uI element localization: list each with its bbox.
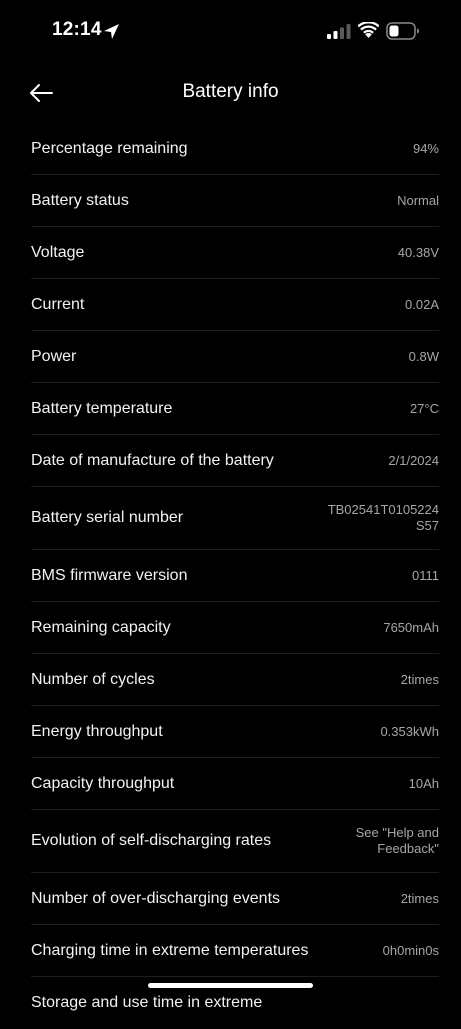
row-value: 94% [412,140,439,156]
list-item: Battery status Normal [31,175,439,227]
row-label: BMS firmware version [31,566,188,584]
row-value: 0.353kWh [380,723,439,739]
status-time: 12:14 [52,19,102,40]
page-title: Battery info [182,81,279,102]
list-item: Power 0.8W [31,331,439,383]
row-value: 2/1/2024 [388,452,439,468]
row-value: 0111 [412,567,439,583]
location-arrow-icon [104,24,119,39]
list-item: Percentage remaining 94% [31,123,439,175]
list-item: Energy throughput 0.353kWh [31,706,439,758]
list-item: Battery serial number TB02541T0105224 S5… [31,487,439,550]
wifi-icon [358,22,379,38]
row-label: Number of over-discharging events [31,889,281,907]
status-bar: 12:14 [0,0,461,62]
row-value: Normal [397,192,439,208]
row-label: Battery temperature [31,399,173,417]
list-item: Battery temperature 27°C [31,383,439,435]
row-label: Number of cycles [31,670,155,688]
row-label: Percentage remaining [31,139,188,157]
home-indicator[interactable] [148,983,313,988]
list-item: Voltage 40.38V [31,227,439,279]
row-value: 2times [400,671,439,687]
row-label: Remaining capacity [31,618,171,636]
row-value: 0.8W [408,348,439,364]
nav-bar: Battery info [0,68,461,118]
row-value: 7650mAh [383,619,439,635]
row-value: TB02541T0105224 S57 [327,502,439,533]
battery-icon [386,22,419,40]
row-label: Battery serial number [31,509,184,526]
list-item: BMS firmware version 0111 [31,550,439,602]
list-item: Capacity throughput 10Ah [31,758,439,810]
row-label: Date of manufacture of the battery [31,451,274,469]
row-value: 0.02A [405,296,439,312]
list-item: Remaining capacity 7650mAh [31,602,439,654]
cellular-signal-icon [327,24,351,39]
row-value: 2times [400,890,439,906]
row-value: 27°C [409,400,439,416]
list-item[interactable]: Evolution of self-discharging rates See … [31,810,439,873]
row-label: Charging time in extreme temperatures [31,941,309,959]
list-item: Current 0.02A [31,279,439,331]
row-label: Battery status [31,191,129,209]
row-label: Power [31,347,77,365]
row-value: 0h0min0s [382,942,439,958]
list-item: Number of over-discharging events 2times [31,873,439,925]
row-value: 40.38V [397,244,439,260]
list-item: Date of manufacture of the battery 2/1/2… [31,435,439,487]
list-item: Charging time in extreme temperatures 0h… [31,925,439,977]
row-label: Capacity throughput [31,774,175,792]
row-label: Evolution of self-discharging rates [31,832,272,849]
help-and-feedback-link[interactable]: See "Help and Feedback" [356,825,439,857]
battery-info-list: Percentage remaining 94% Battery status … [31,123,439,1029]
row-label: Voltage [31,243,85,261]
row-label: Storage and use time in extreme [31,994,263,1011]
row-value: 10Ah [408,775,439,791]
list-item: Number of cycles 2times [31,654,439,706]
row-label: Current [31,295,85,313]
row-label: Energy throughput [31,722,163,740]
